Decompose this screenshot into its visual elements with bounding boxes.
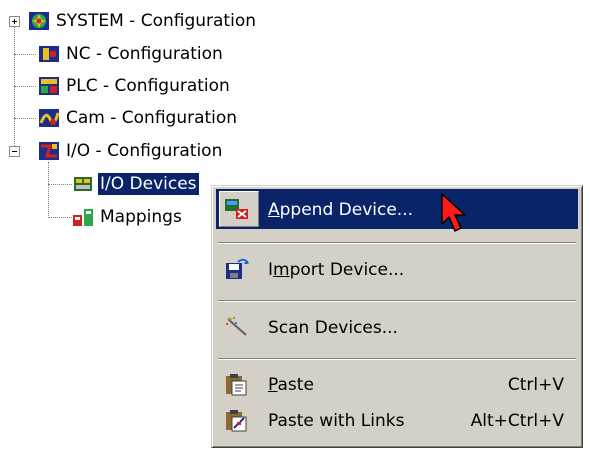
context-menu: Append Device... Import Device... Scan D… [211,185,583,448]
tree-node-label: Cam - Configuration [66,108,238,128]
tree-node-label: I/O Devices [98,173,199,195]
tree-node-label: PLC - Configuration [66,76,230,96]
menu-item-import-device[interactable]: Import Device... [216,249,578,289]
menu-item-label: Paste [268,375,314,395]
import-device-icon [224,257,250,281]
tree-node-cam[interactable]: Cam - Configuration [38,103,239,133]
menu-item-label: Paste with Links [268,411,405,431]
mouse-cursor-icon [441,193,466,232]
io-devices-icon [72,173,94,195]
append-device-icon [224,197,250,221]
collapse-io-button[interactable] [9,146,20,157]
tree-node-label: I/O - Configuration [66,141,223,161]
io-config-icon [38,140,60,162]
menu-item-paste[interactable]: Paste Ctrl+V [216,366,578,402]
plc-config-icon [38,75,60,97]
menu-item-scan-devices[interactable]: Scan Devices... [216,307,578,347]
tree-node-system[interactable]: SYSTEM - Configuration [28,6,258,36]
tree-node-label: Mappings [100,207,182,227]
mappings-icon [72,206,94,228]
expand-system-button[interactable] [9,16,20,27]
cam-config-icon [38,107,60,129]
system-config-icon [28,10,50,32]
nc-config-icon [38,43,60,65]
tree-node-nc[interactable]: NC - Configuration [38,39,225,69]
tree-node-label: SYSTEM - Configuration [56,11,256,31]
menu-item-label: Append Device... [268,200,414,220]
menu-item-shortcut: Alt+Ctrl+V [470,411,564,431]
tree-node-label: NC - Configuration [66,44,223,64]
scan-devices-icon [224,315,250,339]
tree-node-mappings[interactable]: Mappings [72,202,184,232]
menu-item-append-device[interactable]: Append Device... [216,189,578,229]
menu-item-shortcut: Ctrl+V [507,375,564,395]
menu-item-label: Import Device... [268,260,405,280]
tree-node-io[interactable]: I/O - Configuration [38,136,224,166]
menu-item-label: Scan Devices... [268,318,398,338]
paste-icon [224,372,250,396]
tree-node-io-devices[interactable]: I/O Devices [72,169,199,199]
paste-with-links-icon [224,408,250,432]
tree-node-plc[interactable]: PLC - Configuration [38,71,232,101]
menu-item-paste-with-links[interactable]: Paste with Links Alt+Ctrl+V [216,402,578,438]
